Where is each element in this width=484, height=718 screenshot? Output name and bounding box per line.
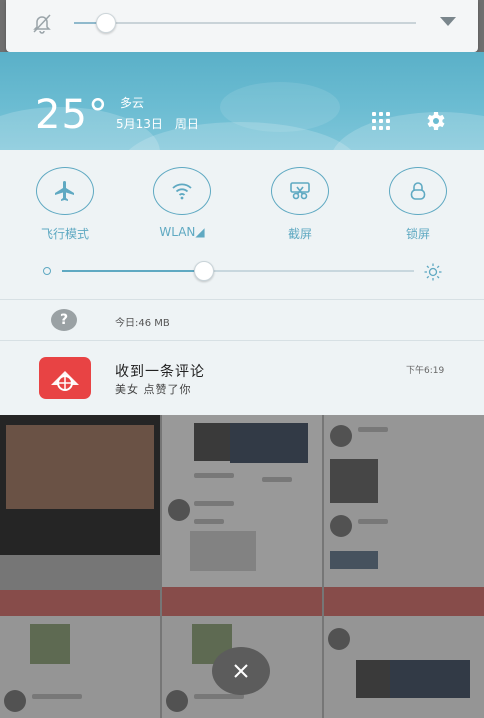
gear-icon[interactable] <box>423 109 447 133</box>
data-usage-text: 今日:46 MB <box>115 318 170 329</box>
quick-settings-panel: 飞行模式 WLAN◢ 截屏 锁屏 ? 今日:46 MB 收到一条评论 美女 点赞… <box>0 150 484 415</box>
volume-slider[interactable] <box>74 13 416 33</box>
date-label: 5月13日 周日 <box>116 115 199 132</box>
notification-item[interactable]: 收到一条评论 美女 点赞了你 下午6:19 <box>0 341 484 415</box>
tile-label: WLAN◢ <box>159 225 205 239</box>
notification-title: 收到一条评论 <box>115 364 205 380</box>
date-text: 5月13日 <box>116 117 163 131</box>
bell-off-icon[interactable] <box>31 12 53 34</box>
brightness-slider-thumb[interactable] <box>193 261 214 281</box>
close-all-button[interactable] <box>212 647 270 695</box>
app-icon <box>39 357 91 399</box>
brightness-slider-fill <box>62 270 203 272</box>
close-icon <box>234 664 248 678</box>
brightness-high-icon <box>424 263 442 281</box>
volume-slider-thumb[interactable] <box>95 13 116 33</box>
volume-panel <box>6 0 478 52</box>
lock-icon <box>410 182 426 200</box>
tile-label: 截屏 <box>287 227 312 241</box>
brightness-low-icon <box>43 267 51 275</box>
scissors-icon <box>290 182 310 200</box>
question-icon: ? <box>51 309 77 331</box>
tile-label: 锁屏 <box>405 227 430 241</box>
weather-header: 25° 多云 5月13日 周日 <box>0 52 484 150</box>
notification-message: 美女 点赞了你 <box>115 383 192 396</box>
airplane-icon <box>55 181 74 201</box>
brightness-row <box>0 261 484 282</box>
tile-lock-screen[interactable]: 锁屏 <box>388 167 448 242</box>
brightness-slider[interactable] <box>62 261 414 281</box>
weather-condition: 多云 <box>120 96 145 110</box>
chevron-down-icon[interactable] <box>440 17 456 26</box>
apps-grid-icon[interactable] <box>372 112 392 132</box>
tile-screenshot[interactable]: 截屏 <box>270 167 330 242</box>
tile-label: 飞行模式 <box>40 227 89 241</box>
notification-time: 下午6:19 <box>406 366 445 376</box>
weekday-text: 周日 <box>174 117 199 131</box>
data-usage-row[interactable]: ? 今日:46 MB <box>0 300 484 340</box>
temperature: 25° <box>35 92 109 138</box>
tile-wlan[interactable]: WLAN◢ <box>152 167 212 239</box>
tile-airplane-mode[interactable]: 飞行模式 <box>35 167 95 242</box>
wifi-icon <box>172 183 192 200</box>
